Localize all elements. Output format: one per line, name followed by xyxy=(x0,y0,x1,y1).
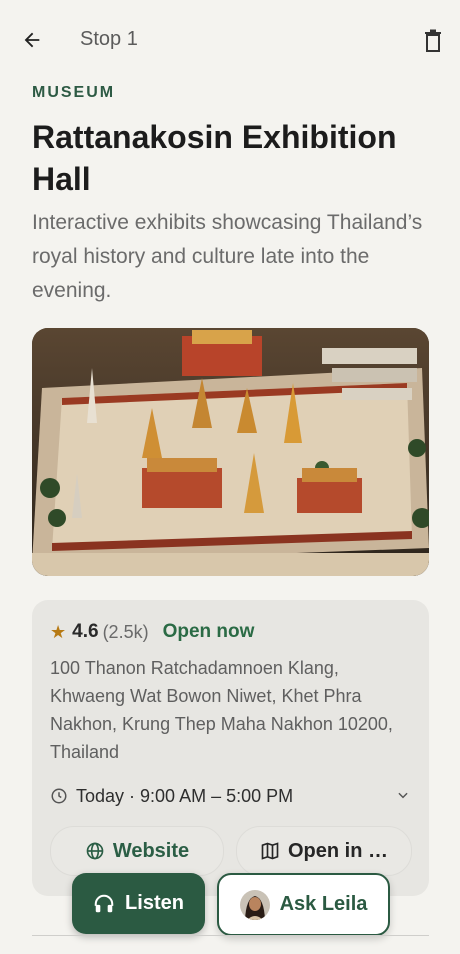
divider xyxy=(32,935,429,936)
back-button[interactable] xyxy=(18,26,46,54)
category-label: MUSEUM xyxy=(32,84,116,101)
listen-label: Listen xyxy=(125,892,184,914)
trash-icon xyxy=(425,29,441,52)
maps-label: Open in … xyxy=(288,839,388,862)
hours-text: Today · 9:00 AM – 5:00 PM xyxy=(76,785,294,806)
place-description: Interactive exhibits showcasing Thailand… xyxy=(32,211,423,302)
open-in-maps-button[interactable]: Open in … xyxy=(236,826,412,876)
rating-value: 4.6 xyxy=(72,621,99,642)
website-label: Website xyxy=(112,839,190,862)
page-title: Stop 1 xyxy=(80,28,138,50)
review-count: (2.5k) xyxy=(102,621,149,642)
arrow-left-icon xyxy=(24,32,40,48)
top-app-bar: Stop 1 xyxy=(0,0,460,80)
listen-button[interactable]: Listen xyxy=(72,873,205,934)
star-icon: ★ xyxy=(50,621,67,642)
website-button[interactable]: Website xyxy=(50,826,224,876)
place-title: Rattanakosin Exhibition Hall xyxy=(32,119,397,197)
place-photo xyxy=(32,328,429,576)
open-status: Open now xyxy=(162,621,255,642)
delete-button[interactable] xyxy=(420,27,446,55)
rating-row: ★ 4.6 (2.5k) Open now xyxy=(50,620,254,644)
headphones-icon xyxy=(94,894,114,912)
chevron-down-icon xyxy=(398,792,408,799)
ask-label: Ask Leila xyxy=(279,893,368,915)
globe-icon xyxy=(86,842,104,860)
avatar xyxy=(239,889,270,920)
place-info-card: ★ 4.6 (2.5k) Open now 100 Thanon Ratchad… xyxy=(32,600,429,896)
map-icon xyxy=(261,842,279,860)
ask-leila-button[interactable]: Ask Leila xyxy=(217,873,390,936)
clock-icon xyxy=(51,788,67,804)
address-text: 100 Thanon Ratchadamnoen Klang, Khwaeng … xyxy=(50,658,393,762)
hours-row[interactable]: Today · 9:00 AM – 5:00 PM xyxy=(50,782,410,810)
